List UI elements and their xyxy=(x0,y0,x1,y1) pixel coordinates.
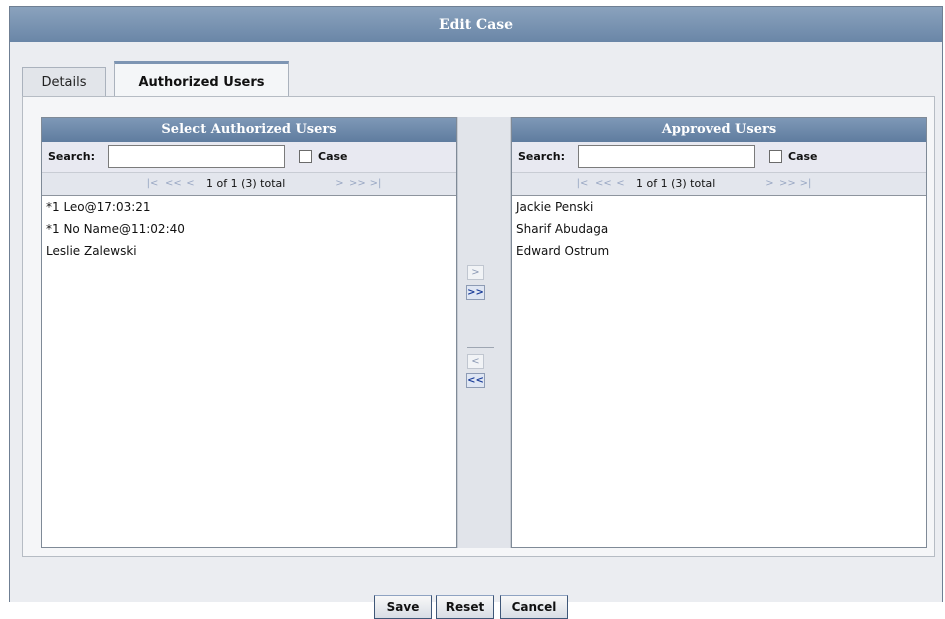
last-page-icon[interactable]: >| xyxy=(798,176,813,191)
move-all-left-button[interactable]: << xyxy=(466,373,485,388)
edit-case-window: Edit Case Details Authorized Users Selec… xyxy=(9,6,943,619)
next-page-group-icon[interactable]: >> xyxy=(349,176,366,191)
list-item[interactable]: Sharif Abudaga xyxy=(512,218,926,240)
list-item[interactable]: Leslie Zalewski xyxy=(42,240,456,262)
pager: |< << < 1 of 1 (3) total > >> >| xyxy=(512,173,926,196)
pager-status: 1 of 1 (3) total xyxy=(206,177,286,190)
move-right-button[interactable]: > xyxy=(467,265,484,280)
move-left-button[interactable]: < xyxy=(467,354,484,369)
move-all-right-button[interactable]: >> xyxy=(466,285,485,300)
tab-details[interactable]: Details xyxy=(22,67,106,97)
search-row: Search: Case xyxy=(42,142,456,173)
next-page-icon[interactable]: > xyxy=(762,176,777,191)
list-item[interactable]: Edward Ostrum xyxy=(512,240,926,262)
search-label: Search: xyxy=(48,150,95,163)
transfer-divider xyxy=(467,347,494,348)
search-input[interactable] xyxy=(578,145,755,168)
panel-title: Select Authorized Users xyxy=(42,118,456,142)
search-label: Search: xyxy=(518,150,565,163)
next-page-group-icon[interactable]: >> xyxy=(779,176,796,191)
prev-page-group-icon[interactable]: << xyxy=(165,176,182,191)
next-page-icon[interactable]: > xyxy=(332,176,347,191)
first-page-icon[interactable]: |< xyxy=(575,176,590,191)
prev-page-icon[interactable]: < xyxy=(613,176,628,191)
case-checkbox[interactable] xyxy=(299,150,312,163)
window-title: Edit Case xyxy=(10,7,942,42)
tab-authorized-users[interactable]: Authorized Users xyxy=(114,61,289,97)
list-item[interactable]: *1 No Name@11:02:40 xyxy=(42,218,456,240)
select-authorized-users-panel: Select Authorized Users Search: Case |< … xyxy=(41,117,457,548)
prev-page-icon[interactable]: < xyxy=(183,176,198,191)
pager: |< << < 1 of 1 (3) total > >> >| xyxy=(42,173,456,196)
approved-users-panel: Approved Users Search: Case |< << < 1 of… xyxy=(511,117,927,548)
pager-status: 1 of 1 (3) total xyxy=(636,177,716,190)
reset-button[interactable]: Reset xyxy=(436,595,494,619)
case-label: Case xyxy=(788,150,818,163)
first-page-icon[interactable]: |< xyxy=(145,176,160,191)
cancel-button[interactable]: Cancel xyxy=(500,595,568,619)
list-item[interactable]: *1 Leo@17:03:21 xyxy=(42,196,456,218)
search-input[interactable] xyxy=(108,145,285,168)
search-row: Search: Case xyxy=(512,142,926,173)
save-button[interactable]: Save xyxy=(374,595,432,619)
list-item[interactable]: Jackie Penski xyxy=(512,196,926,218)
panel-title: Approved Users xyxy=(512,118,926,142)
approved-users-list[interactable]: Jackie Penski Sharif Abudaga Edward Ostr… xyxy=(512,195,926,547)
transfer-controls: > >> < << xyxy=(457,117,511,548)
tab-content: Select Authorized Users Search: Case |< … xyxy=(22,96,935,557)
footer: Save Reset Cancel xyxy=(10,562,942,619)
case-checkbox[interactable] xyxy=(769,150,782,163)
case-label: Case xyxy=(318,150,348,163)
available-users-list[interactable]: *1 Leo@17:03:21 *1 No Name@11:02:40 Lesl… xyxy=(42,195,456,547)
prev-page-group-icon[interactable]: << xyxy=(595,176,612,191)
last-page-icon[interactable]: >| xyxy=(368,176,383,191)
